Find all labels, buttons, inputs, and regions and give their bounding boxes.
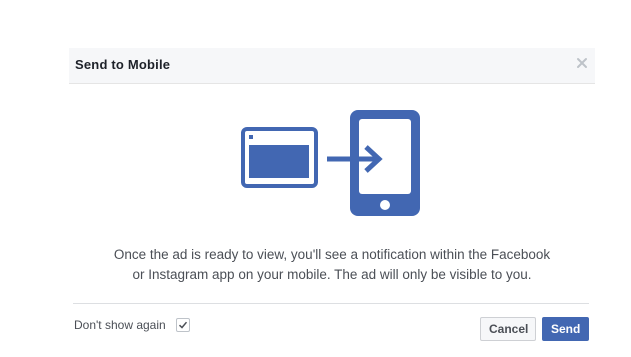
dialog-header: Send to Mobile: [69, 48, 595, 84]
dont-show-again-checkbox[interactable]: [175, 318, 190, 332]
footer-divider: [73, 303, 589, 304]
dialog-title: Send to Mobile: [75, 57, 171, 72]
cancel-button[interactable]: Cancel: [480, 317, 536, 341]
checkmark-icon: [178, 321, 187, 329]
message-line-2: or Instagram app on your mobile. The ad …: [132, 267, 532, 282]
send-button[interactable]: Send: [542, 317, 589, 341]
dialog-message: Once the ad is ready to view, you'll see…: [69, 245, 595, 285]
send-to-mobile-illustration: [241, 110, 420, 216]
message-line-1: Once the ad is ready to view, you'll see…: [113, 247, 551, 262]
send-to-mobile-dialog: Send to Mobile Once the ad is ready to v…: [69, 48, 595, 357]
dont-show-again-label: Don't show again: [74, 318, 166, 332]
close-icon[interactable]: [575, 56, 589, 70]
mobile-phone-icon: [350, 110, 420, 216]
desktop-window-icon: [241, 127, 318, 188]
dont-show-again-option[interactable]: Don't show again: [74, 318, 190, 332]
